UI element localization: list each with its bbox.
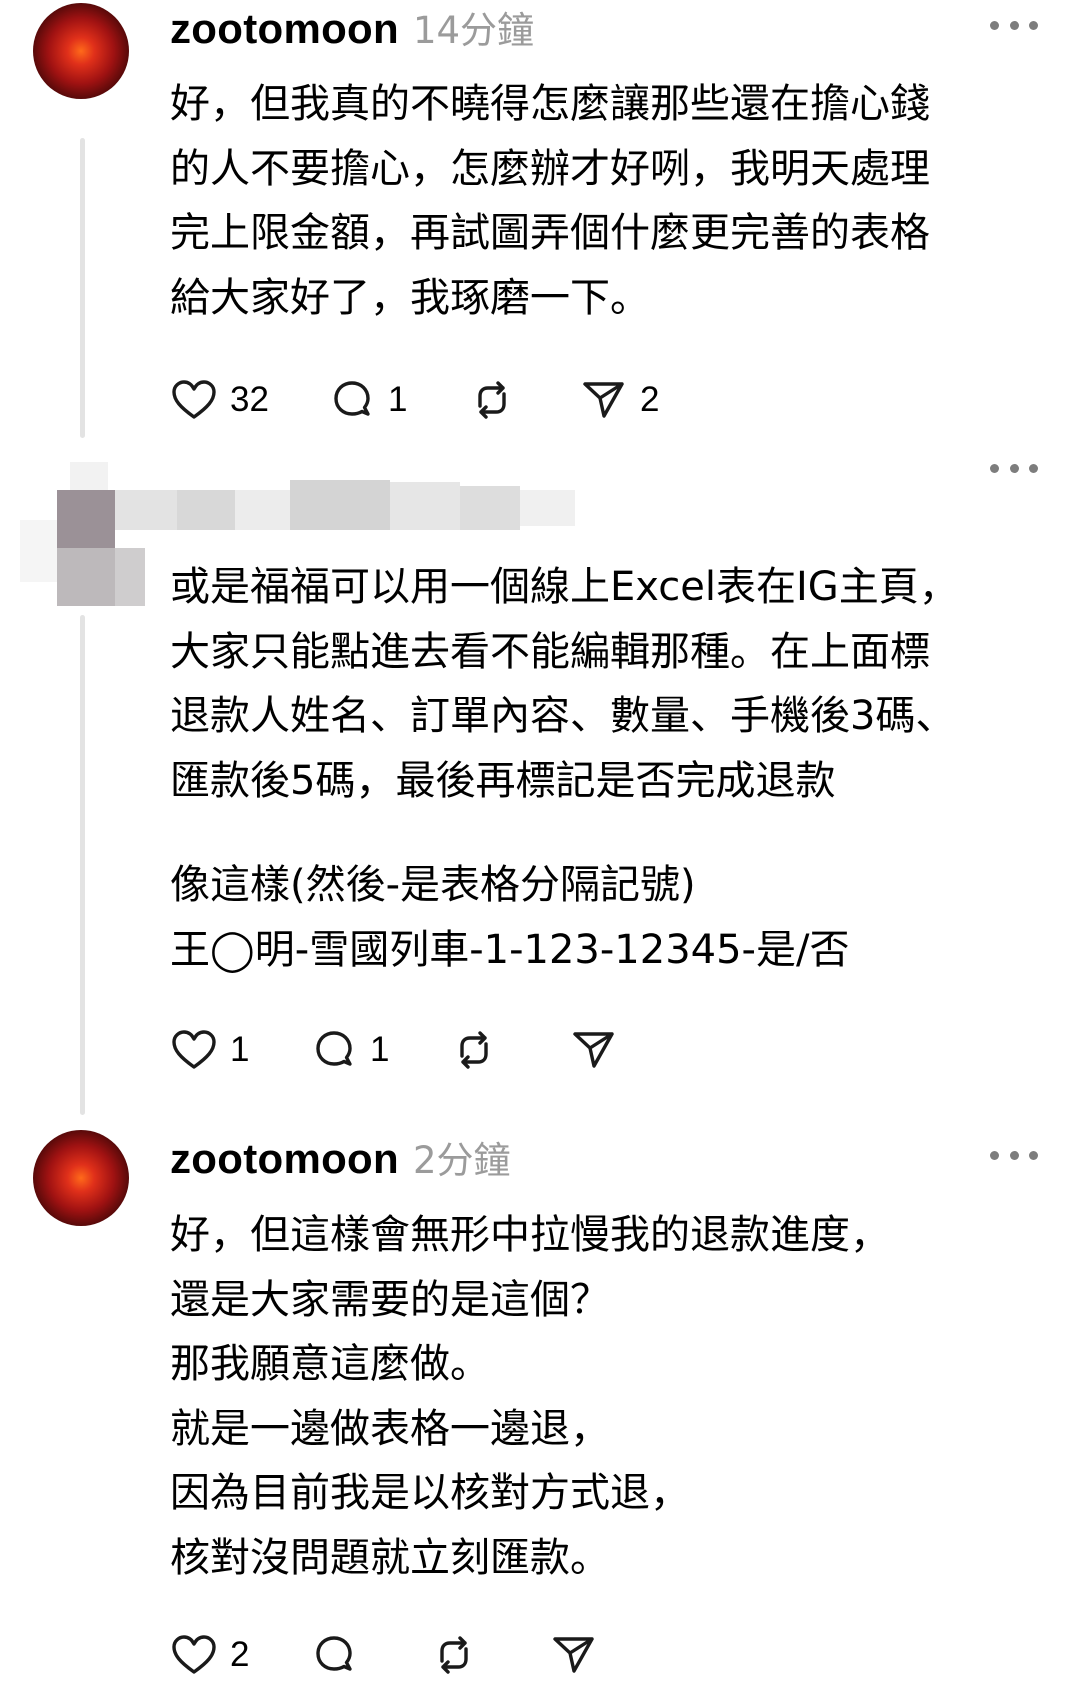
comment-bubble-icon <box>316 1636 352 1671</box>
more-dots-icon[interactable] <box>990 15 1038 35</box>
like-count: 2 <box>230 1635 250 1674</box>
username[interactable]: zootomoon <box>170 1135 399 1183</box>
text-line: 或是福福可以用一個線上Excel表在IG主頁， <box>170 564 959 610</box>
like-button[interactable]: 1 <box>170 1025 310 1075</box>
share-button[interactable] <box>550 1630 598 1680</box>
repost-icon <box>460 1031 488 1069</box>
text-line: 就是一邊做表格一邊退， <box>170 1405 610 1452</box>
thread-line <box>80 615 85 1115</box>
avatar[interactable] <box>33 3 129 99</box>
reply-button[interactable]: 1 <box>310 1025 450 1075</box>
text-line: 因為目前我是以核對方式退， <box>170 1470 690 1516</box>
text-line: 核對沒問題就立刻匯款。 <box>170 1534 610 1581</box>
action-bar: 1 1 <box>170 1025 618 1075</box>
repost-button[interactable] <box>450 1025 570 1075</box>
reply-button[interactable]: 1 <box>328 375 468 425</box>
text-line: 像這樣(然後-是表格分隔記號) <box>170 862 696 908</box>
send-icon <box>573 1032 614 1068</box>
comment-bubble-icon <box>316 1031 352 1066</box>
send-icon <box>553 1637 594 1673</box>
repost-icon <box>440 1636 468 1674</box>
comment-2: 或是福福可以用一個線上Excel表在IG主頁， 大家只能點進去看不能編輯那種。在… <box>0 440 1079 1120</box>
comment-3: zootomoon 2分鐘 好，但這樣會無形中拉慢我的退款進度， 還是大家需要的… <box>0 1130 1079 1690</box>
repost-button[interactable] <box>430 1630 550 1680</box>
action-bar: 2 <box>170 1630 598 1680</box>
text-line: 那我願意這麼做。 <box>170 1341 490 1387</box>
text-line: 還是大家需要的是這個？ <box>170 1276 610 1323</box>
share-button[interactable]: 2 <box>580 375 659 425</box>
heart-icon <box>172 380 216 419</box>
share-button[interactable] <box>570 1025 618 1075</box>
timestamp: 2分鐘 <box>412 1139 511 1182</box>
text-line: 好，但這樣會無形中拉慢我的退款進度， <box>170 1212 890 1258</box>
comment-header: zootomoon 2分鐘 <box>170 1130 511 1182</box>
heart-icon <box>172 1635 216 1674</box>
text-line: 好，但我真的不曉得怎麼讓那些還在擔心錢 <box>170 81 930 127</box>
action-bar: 32 1 2 <box>170 375 659 425</box>
text-line: 王◯明-雪國列車-1-123-12345-是/否 <box>170 926 850 973</box>
more-dots-icon[interactable] <box>990 458 1038 478</box>
comment-header: zootomoon 14分鐘 <box>170 0 534 52</box>
avatar[interactable] <box>33 1130 129 1226</box>
like-button[interactable]: 32 <box>170 375 328 425</box>
timestamp: 14分鐘 <box>412 9 535 52</box>
like-count: 1 <box>230 1030 250 1069</box>
repost-button[interactable] <box>468 375 580 425</box>
more-dots-icon[interactable] <box>990 1145 1038 1165</box>
comment-1: zootomoon 14分鐘 好，但我真的不曉得怎麼讓那些還在擔心錢 的人不要擔… <box>0 0 1079 440</box>
text-line: 匯款後5碼，最後再標記是否完成退款 <box>170 757 836 804</box>
thread-line <box>80 138 85 438</box>
text-line: 的人不要擔心，怎麼辦才好咧，我明天處理 <box>170 145 930 192</box>
comment-text: 或是福福可以用一個線上Excel表在IG主頁， 大家只能點進去看不能編輯那種。在… <box>170 555 1050 982</box>
comment-bubble-icon <box>334 381 370 416</box>
comment-text: 好，但我真的不曉得怎麼讓那些還在擔心錢 的人不要擔心，怎麼辦才好咧，我明天處理 … <box>170 72 1050 330</box>
text-line: 完上限金額，再試圖弄個什麼更完善的表格 <box>170 210 930 256</box>
reply-count: 1 <box>370 1030 390 1069</box>
share-count: 2 <box>640 380 660 419</box>
repost-icon <box>478 381 506 419</box>
send-icon <box>583 382 624 418</box>
text-line: 退款人姓名、訂單內容、數量、手機後3碼、 <box>170 693 956 739</box>
text-line: 大家只能點進去看不能編輯那種。在上面標 <box>170 628 930 675</box>
username[interactable]: zootomoon <box>170 5 399 53</box>
reply-count: 1 <box>388 380 408 419</box>
text-line: 給大家好了，我琢磨一下。 <box>170 274 650 321</box>
heart-icon <box>172 1030 216 1069</box>
comment-text: 好，但這樣會無形中拉慢我的退款進度， 還是大家需要的是這個？ 那我願意這麼做。 … <box>170 1203 1050 1590</box>
like-button[interactable]: 2 <box>170 1630 310 1680</box>
reply-button[interactable] <box>310 1630 430 1680</box>
like-count: 32 <box>230 380 269 419</box>
